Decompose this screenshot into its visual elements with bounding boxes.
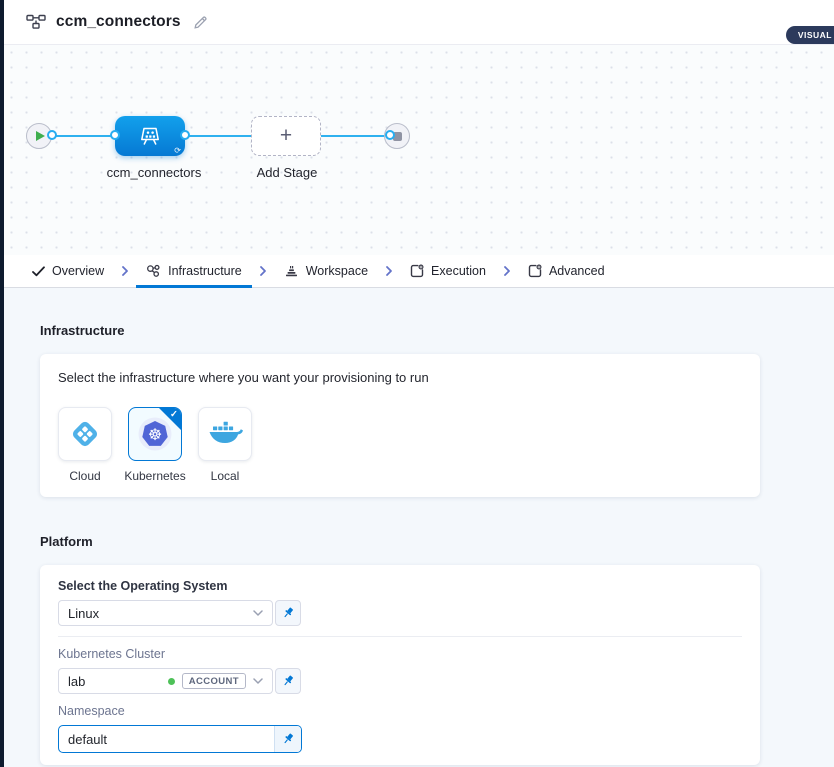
pushpin-icon <box>281 606 295 620</box>
connector-dot <box>385 130 395 140</box>
play-icon <box>36 131 45 141</box>
chevron-right-icon <box>259 255 267 287</box>
edit-pipeline-name-button[interactable] <box>193 15 208 30</box>
chevron-down-icon <box>253 678 263 684</box>
os-select-value[interactable] <box>68 606 253 621</box>
flow-line <box>321 135 390 137</box>
flow-line <box>52 135 119 137</box>
namespace-input-box <box>58 725 302 753</box>
pipeline-header: ccm_connectors VISUAL <box>4 0 834 45</box>
tab-execution[interactable]: Execution <box>400 255 496 287</box>
collapsed-sidebar-strip <box>0 0 4 767</box>
cluster-input-type-pin-button[interactable] <box>275 668 301 694</box>
infrastructure-panel: Infrastructure Select the infrastructure… <box>4 288 834 767</box>
green-dot <box>168 678 175 685</box>
tab-infrastructure[interactable]: Infrastructure <box>136 255 252 287</box>
namespace-field-label: Namespace <box>58 704 742 718</box>
docker-whale-icon <box>207 421 243 448</box>
connector-dot <box>180 130 190 140</box>
infrastructure-options: Cloud ☸ ✓ Kubernetes <box>58 407 742 483</box>
infrastructure-heading: Infrastructure <box>40 324 834 338</box>
tab-advanced[interactable]: Advanced <box>518 255 615 287</box>
infra-option-kubernetes[interactable]: ☸ ✓ <box>128 407 182 461</box>
stage-tabbar: Overview Infrastructure Works <box>4 255 834 288</box>
chevron-right-icon <box>121 255 129 287</box>
pipeline-icon <box>26 14 46 30</box>
chevron-right-icon <box>385 255 393 287</box>
selected-check-icon: ✓ <box>170 409 178 420</box>
infra-option-label: Kubernetes <box>124 469 185 483</box>
tab-label: Workspace <box>306 264 368 278</box>
namespace-input[interactable] <box>59 732 274 747</box>
box-gear-icon <box>528 264 542 278</box>
chevron-down-icon <box>253 610 263 616</box>
tab-workspace[interactable]: Workspace <box>274 255 378 287</box>
flow-line <box>185 135 255 137</box>
platform-heading: Platform <box>40 535 834 549</box>
tab-label: Overview <box>52 264 104 278</box>
cloud-diamond-icon <box>68 417 102 451</box>
infra-option-label: Cloud <box>69 469 100 483</box>
add-stage-label: Add Stage <box>256 165 318 180</box>
namespace-input-type-pin-button[interactable] <box>274 726 301 752</box>
os-select[interactable] <box>58 600 273 626</box>
cluster-select[interactable]: ACCOUNT <box>58 668 273 694</box>
infrastructure-description: Select the infrastructure where you want… <box>58 370 742 385</box>
cluster-field-label: Kubernetes Cluster <box>58 647 742 661</box>
infrastructure-stage-icon <box>138 126 162 147</box>
sync-icon: ⟳ <box>174 146 181 155</box>
tab-label: Infrastructure <box>168 264 242 278</box>
box-gear-icon <box>410 264 424 278</box>
tab-label: Advanced <box>549 264 605 278</box>
stage-node-ccm-connectors[interactable]: ⟳ <box>115 116 185 156</box>
pushpin-icon <box>281 732 295 746</box>
form-divider <box>58 636 742 637</box>
infrastructure-card: Select the infrastructure where you want… <box>40 354 760 497</box>
layers-icon <box>284 264 299 278</box>
infra-option-local[interactable] <box>198 407 252 461</box>
visual-yaml-toggle[interactable]: VISUAL <box>786 26 834 44</box>
pipeline-title: ccm_connectors <box>56 13 181 31</box>
platform-card: Select the Operating System Kubern <box>40 565 760 765</box>
chevron-right-icon <box>503 255 511 287</box>
check-icon <box>32 266 45 277</box>
molecule-icon <box>146 264 161 278</box>
tab-overview[interactable]: Overview <box>22 255 114 287</box>
infra-option-cloud[interactable] <box>58 407 112 461</box>
connector-dot <box>110 130 120 140</box>
pipeline-canvas[interactable]: ⟳ + ccm_connectors Add Stage <box>4 45 834 255</box>
stage-label: ccm_connectors <box>106 165 202 180</box>
os-field-label: Select the Operating System <box>58 579 742 593</box>
add-stage-button[interactable]: + <box>251 116 321 156</box>
os-input-type-pin-button[interactable] <box>275 600 301 626</box>
plus-icon: + <box>280 125 292 146</box>
tab-label: Execution <box>431 264 486 278</box>
pushpin-icon <box>281 674 295 688</box>
cluster-select-value[interactable] <box>68 674 168 689</box>
scope-badge: ACCOUNT <box>182 673 246 689</box>
infra-option-label: Local <box>211 469 240 483</box>
pencil-icon <box>193 15 208 30</box>
connector-dot <box>47 130 57 140</box>
